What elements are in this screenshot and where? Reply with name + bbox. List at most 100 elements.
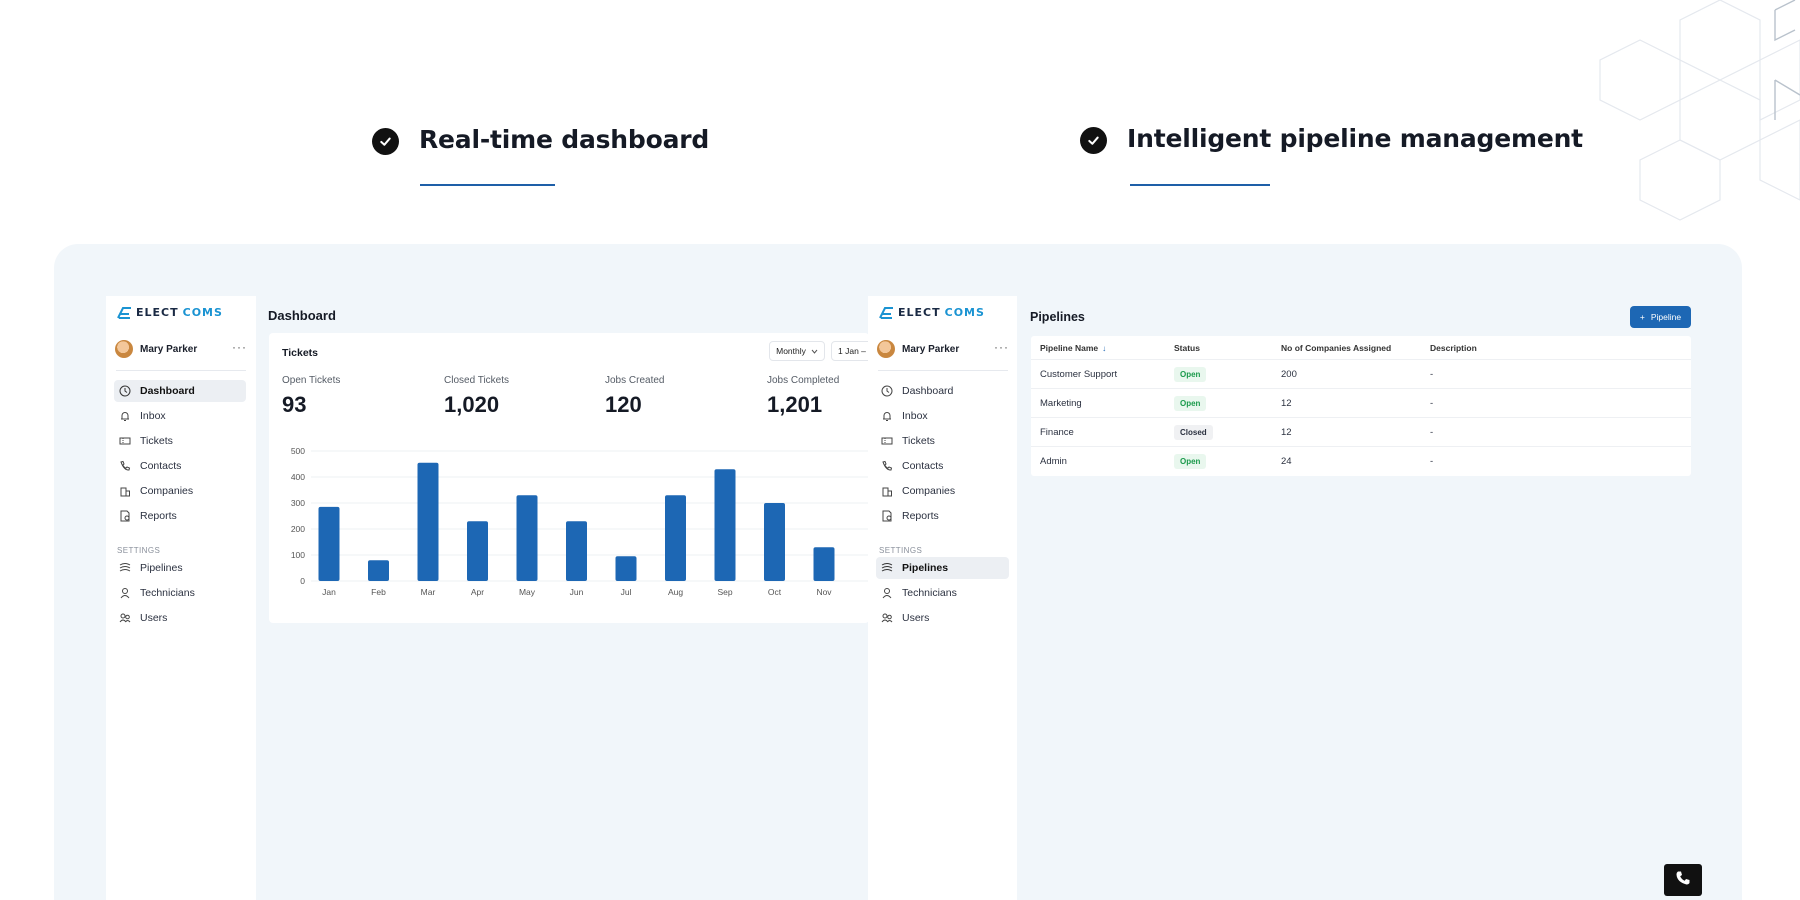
stat-value: 120 <box>605 392 642 417</box>
plus-icon: + <box>1639 312 1645 322</box>
column-header-companies[interactable]: No of Companies Assigned <box>1281 343 1430 353</box>
sidebar-item-label: Reports <box>902 510 939 522</box>
pipelines-table: Pipeline Name ↓ Status No of Companies As… <box>1031 336 1691 476</box>
status-badge: Closed <box>1174 424 1213 440</box>
sidebar-item-pipelines[interactable]: Pipelines <box>876 557 1009 579</box>
add-pipeline-button[interactable]: + Pipeline <box>1630 306 1691 328</box>
more-options-icon[interactable]: ··· <box>232 340 247 354</box>
call-button[interactable] <box>1664 864 1702 896</box>
sidebar-item-users[interactable]: Users <box>876 607 929 629</box>
bar-jan[interactable] <box>318 506 340 581</box>
table-row[interactable]: Admin Open 24 - <box>1031 447 1691 476</box>
sidebar-item-dashboard[interactable]: Dashboard <box>114 380 246 402</box>
table-row[interactable]: Customer Support Open 200 - <box>1031 360 1691 389</box>
sidebar-item-contacts[interactable]: Contacts <box>876 455 943 477</box>
bar-jun[interactable] <box>566 521 587 581</box>
bell-icon <box>118 410 131 423</box>
bar-feb[interactable] <box>368 560 389 581</box>
user-profile[interactable]: Mary Parker <box>115 340 197 358</box>
period-dropdown[interactable]: Monthly <box>769 341 825 361</box>
sidebar-item-tickets[interactable]: Tickets <box>114 430 173 452</box>
x-tick-label: Aug <box>668 587 683 597</box>
bar-mar[interactable] <box>417 462 439 581</box>
bar-sep[interactable] <box>714 469 736 581</box>
column-header-description[interactable]: Description <box>1430 343 1700 353</box>
pipeline-name: Marketing <box>1040 397 1082 409</box>
settings-section-label: SETTINGS <box>879 546 923 555</box>
column-header-status[interactable]: Status <box>1174 343 1281 353</box>
sidebar-item-technicians[interactable]: Technicians <box>114 582 195 604</box>
page-title: Pipelines <box>1030 310 1085 324</box>
sidebar-item-contacts[interactable]: Contacts <box>114 455 181 477</box>
x-tick-label: Apr <box>471 587 484 597</box>
description: - <box>1430 426 1434 438</box>
brand-logo[interactable]: ELECT COMS <box>878 306 985 319</box>
status-badge: Open <box>1174 395 1207 411</box>
sidebar-item-label: Contacts <box>902 460 944 472</box>
user-name: Mary Parker <box>902 343 960 355</box>
logo-text-part2: COMS <box>182 306 223 319</box>
user-name: Mary Parker <box>140 343 198 355</box>
table-row[interactable]: Finance Closed 12 - <box>1031 418 1691 447</box>
x-tick-label: Sep <box>717 587 732 597</box>
sort-down-icon[interactable]: ↓ <box>1102 344 1106 353</box>
divider <box>116 370 246 371</box>
table-row[interactable]: Marketing Open 12 - <box>1031 389 1691 418</box>
sidebar-item-users[interactable]: Users <box>114 607 167 629</box>
sidebar-item-inbox[interactable]: Inbox <box>876 405 928 427</box>
bar-apr[interactable] <box>467 521 488 581</box>
brand-logo[interactable]: ELECT COMS <box>116 306 223 319</box>
add-pipeline-label: Pipeline <box>1650 312 1682 322</box>
column-label: Pipeline Name <box>1040 342 1099 353</box>
check-circle-icon <box>372 128 399 155</box>
feature-pipeline-management: Intelligent pipeline management <box>1080 124 1583 154</box>
sidebar-item-label: Pipelines <box>140 562 183 574</box>
x-tick-label: Oct <box>768 587 782 597</box>
sidebar-item-reports[interactable]: Reports <box>876 505 939 527</box>
settings-section-label: SETTINGS <box>117 546 161 555</box>
sidebar-item-technicians[interactable]: Technicians <box>876 582 957 604</box>
check-circle-icon <box>1080 127 1107 154</box>
sidebar-item-label: Pipelines <box>902 562 949 574</box>
stat-label: Open Tickets <box>282 375 341 386</box>
sidebar-item-reports[interactable]: Reports <box>114 505 177 527</box>
x-tick-label: Feb <box>371 587 386 597</box>
sidebar-item-label: Inbox <box>902 410 928 422</box>
companies-count: 12 <box>1281 426 1292 438</box>
ticket-icon <box>118 435 131 448</box>
sidebar-item-pipelines[interactable]: Pipelines <box>114 557 183 579</box>
stat-jobs-completed: Jobs Completed 1,201 <box>767 375 839 418</box>
stat-value: 1,020 <box>444 392 500 417</box>
sidebar-item-label: Technicians <box>140 587 195 599</box>
sidebar-item-companies[interactable]: Companies <box>876 480 955 502</box>
bar-nov[interactable] <box>813 547 835 581</box>
x-tick-label: Jul <box>621 587 632 597</box>
avatar <box>115 340 133 358</box>
x-tick-label: Jun <box>570 587 584 597</box>
sidebar: ELECT COMS Mary Parker ··· Dashboard Inbo… <box>106 296 256 900</box>
sidebar-item-label: Companies <box>140 485 194 497</box>
stat-open-tickets: Open Tickets 93 <box>282 375 340 418</box>
sidebar-item-tickets[interactable]: Tickets <box>876 430 935 452</box>
page-title: Dashboard <box>268 308 336 323</box>
sidebar-item-companies[interactable]: Companies <box>114 480 193 502</box>
bar-aug[interactable] <box>665 495 686 581</box>
column-header-pipeline-name[interactable]: Pipeline Name ↓ <box>1040 343 1174 353</box>
sidebar-item-inbox[interactable]: Inbox <box>114 405 166 427</box>
date-range-picker[interactable]: 1 Jan – <box>831 341 869 361</box>
sidebar-item-label: Tickets <box>902 435 935 447</box>
bar-may[interactable] <box>516 495 538 581</box>
table-header: Pipeline Name ↓ Status No of Companies As… <box>1031 336 1691 360</box>
sidebar-pipelines-app: ELECT COMS Mary Parker ··· Dashboard Inbo… <box>868 296 1017 900</box>
pipeline-name: Customer Support <box>1040 368 1118 380</box>
report-icon <box>118 510 131 523</box>
sidebar-item-dashboard[interactable]: Dashboard <box>876 380 953 402</box>
bar-oct[interactable] <box>764 503 785 581</box>
bar-jul[interactable] <box>615 556 637 581</box>
sidebar-item-label: Users <box>902 612 930 624</box>
x-tick-label: Jan <box>322 587 336 597</box>
user-profile[interactable]: Mary Parker <box>877 340 959 358</box>
more-options-icon[interactable]: ··· <box>994 340 1009 354</box>
feature-underline <box>1130 184 1270 186</box>
date-range-value: 1 Jan – <box>838 346 866 356</box>
